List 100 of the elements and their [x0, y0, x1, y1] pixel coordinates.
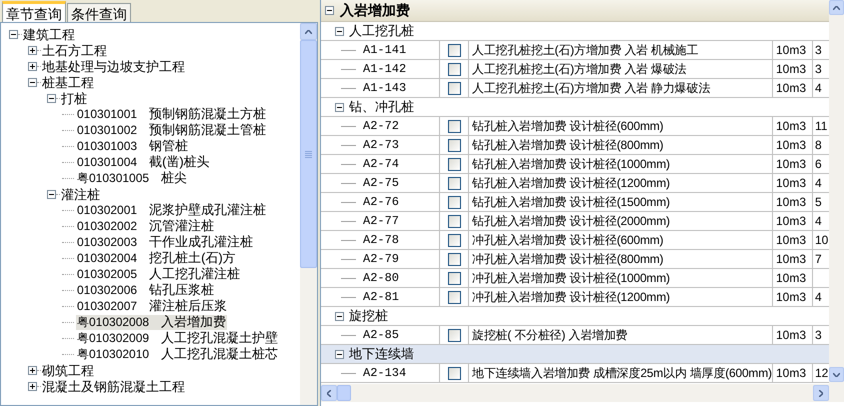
description-cell-text: 钻孔桩入岩增加费 设计桩径(1500mm): [472, 194, 670, 211]
code-cell-text: A2-80: [363, 270, 400, 287]
tree-item[interactable]: 010302005 人工挖孔灌注桩: [76, 266, 242, 282]
scroll-thumb[interactable]: [300, 40, 317, 268]
code-cell-text: A2-78: [363, 232, 400, 249]
code-cell-text: A2-85: [363, 327, 400, 344]
unit-cell-text: 10m3: [776, 175, 806, 192]
checkbox[interactable]: [448, 82, 460, 94]
checkbox[interactable]: [448, 138, 460, 152]
collapse-icon[interactable]: [9, 30, 18, 38]
tree-item[interactable]: 010302002 沉管灌注桩: [76, 218, 216, 234]
scroll-up-button[interactable]: [300, 23, 317, 40]
description-cell-text: 钻孔桩入岩增加费 设计桩径(2000mm): [472, 213, 670, 230]
description-cell-text: 人工挖孔桩挖土(石)方增加费 入岩 静力爆破法: [472, 80, 710, 97]
collapse-icon[interactable]: [335, 350, 344, 358]
checkbox[interactable]: [448, 44, 460, 56]
collapse-icon[interactable]: [325, 6, 334, 15]
expand-icon[interactable]: [28, 62, 37, 70]
expand-icon[interactable]: [28, 382, 37, 390]
checkbox[interactable]: [448, 158, 460, 170]
unit-cell-text: 10m3: [776, 80, 806, 97]
tree-item[interactable]: 打桩: [60, 90, 88, 106]
tree-item[interactable]: 混凝土及钢筋混凝土工程: [41, 378, 186, 394]
tab[interactable]: 条件查询: [67, 3, 131, 22]
section-title: 入岩增加费: [340, 1, 410, 20]
checkbox[interactable]: [448, 176, 460, 190]
checkbox[interactable]: [448, 62, 460, 76]
tree-item[interactable]: 010301004 截(凿)桩头: [76, 154, 211, 170]
checkbox[interactable]: [448, 196, 460, 208]
table-cell-text: 4: [815, 289, 822, 306]
table-cell-text: 3: [815, 61, 822, 78]
tree-item[interactable]: 砌筑工程: [41, 362, 95, 378]
code-cell-text: A1-142: [363, 61, 406, 78]
checkbox[interactable]: [448, 234, 460, 246]
scroll-left-button[interactable]: [321, 385, 337, 401]
tree-item[interactable]: 灌注桩: [60, 186, 101, 202]
description-cell-text: 钻孔桩入岩增加费 设计桩径(800mm): [472, 137, 664, 154]
expand-icon[interactable]: [28, 46, 37, 54]
collapse-icon[interactable]: [335, 312, 344, 320]
description-cell-text: 钻孔桩入岩增加费 设计桩径(600mm): [472, 118, 664, 135]
scroll-right-button[interactable]: [813, 385, 829, 401]
description-cell-text: 冲孔桩入岩增加费 设计桩径(1000mm): [472, 270, 670, 287]
checkbox[interactable]: [448, 252, 460, 266]
vertical-scrollbar[interactable]: [300, 23, 317, 405]
tree-item[interactable]: 土石方工程: [41, 42, 108, 58]
table-cell-text: 5: [815, 194, 822, 211]
checkbox[interactable]: [448, 214, 460, 228]
tree-item[interactable]: 010302003 干作业成孔灌注桩: [76, 234, 254, 250]
tree-item[interactable]: 010301002 预制钢筋混凝土管桩: [76, 122, 268, 138]
scroll-up-button[interactable]: [829, 0, 844, 15]
description-cell-text: 冲孔桩入岩增加费 设计桩径(1200mm): [472, 289, 670, 306]
code-cell-text: A2-73: [363, 137, 400, 154]
unit-cell-text: 10m3: [776, 213, 806, 230]
code-cell-text: A2-81: [363, 289, 400, 306]
table-cell-text: 12: [815, 365, 828, 382]
scroll-thumb[interactable]: [337, 385, 351, 401]
tree-item[interactable]: 010302001 泥浆护壁成孔灌注桩: [76, 202, 268, 218]
unit-cell-text: 10m3: [776, 42, 806, 59]
checkbox[interactable]: [448, 366, 460, 380]
tree-item[interactable]: 010302007 灌注桩后压浆: [76, 298, 228, 314]
grip-icon: [305, 150, 312, 158]
tree-item[interactable]: 粤010301005 桩尖: [76, 170, 188, 186]
code-cell-text: A2-75: [363, 175, 400, 192]
code-cell-text: A1-141: [363, 42, 406, 59]
group-row[interactable]: 地下连续墙: [321, 345, 829, 364]
collapse-icon[interactable]: [47, 94, 56, 102]
horizontal-scrollbar[interactable]: [321, 384, 844, 402]
group-row[interactable]: 钻、冲孔桩: [321, 98, 829, 117]
tree-item[interactable]: 010302006 钻孔压浆桩: [76, 282, 216, 298]
checkbox[interactable]: [448, 290, 460, 304]
tree-item[interactable]: 地基处理与边坡支护工程: [41, 58, 186, 74]
unit-cell-text: 10m3: [776, 118, 806, 135]
tree-item[interactable]: 粤010302010 人工挖孔混凝土桩芯: [76, 346, 280, 362]
group-row[interactable]: 人工挖孔桩: [321, 22, 829, 41]
code-cell-text: A2-72: [363, 118, 400, 135]
tree-item[interactable]: 建筑工程: [22, 26, 76, 42]
unit-cell-text: 10m3: [776, 289, 806, 306]
checkbox[interactable]: [448, 328, 460, 342]
group-row[interactable]: 旋挖桩: [321, 307, 829, 326]
tree-item[interactable]: 桩基工程: [41, 74, 95, 90]
checkbox[interactable]: [448, 120, 460, 132]
expand-icon[interactable]: [28, 366, 37, 374]
collapse-icon[interactable]: [335, 102, 344, 112]
tree-item[interactable]: 粤010302008 入岩增加费: [76, 314, 228, 330]
tree-item[interactable]: 010301001 预制钢筋混凝土方桩: [76, 106, 268, 122]
table-cell-text: 4: [815, 213, 822, 230]
scroll-down-button[interactable]: [829, 367, 844, 382]
table-cell-text: 3: [815, 42, 822, 59]
code-cell-text: A2-74: [363, 156, 400, 173]
tree-item[interactable]: 010302004 挖孔桩土(石)方: [76, 250, 237, 266]
tab[interactable]: 章节查询: [2, 1, 66, 23]
code-cell-text: A2-77: [363, 213, 400, 230]
description-cell-text: 钻孔桩入岩增加费 设计桩径(1000mm): [472, 156, 670, 173]
collapse-icon[interactable]: [47, 190, 56, 198]
tree-item[interactable]: 粤010302009 人工挖孔混凝土护壁: [76, 330, 280, 346]
table-cell-text: 4: [815, 175, 822, 192]
tree-item[interactable]: 010301003 钢管桩: [76, 138, 190, 154]
checkbox[interactable]: [448, 272, 460, 284]
collapse-icon[interactable]: [335, 26, 344, 36]
collapse-icon[interactable]: [28, 78, 37, 86]
